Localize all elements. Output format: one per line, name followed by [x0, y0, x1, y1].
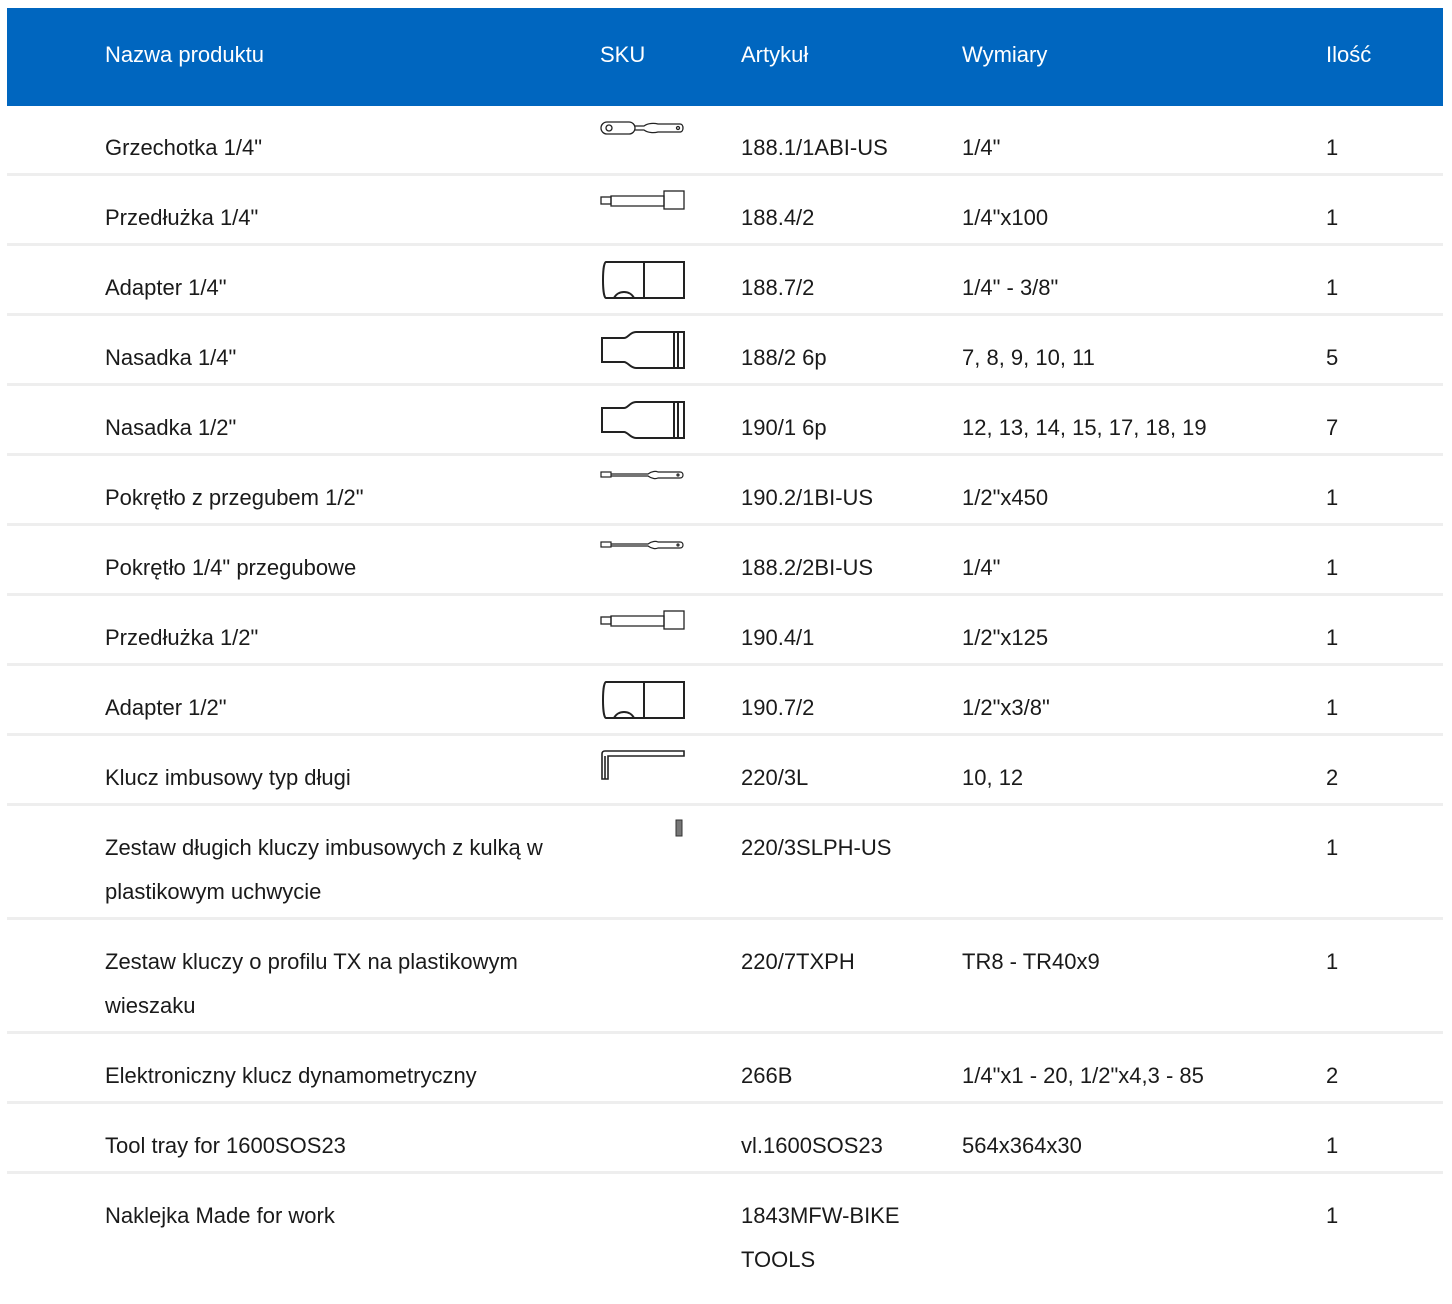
breaker-bar-icon — [600, 468, 686, 482]
product-name: Przedłużka 1/2" — [105, 625, 259, 650]
extension-bar-icon — [600, 188, 686, 212]
socket-icon — [600, 398, 686, 444]
product-name: Adapter 1/2" — [105, 695, 227, 720]
breaker-bar-icon — [600, 538, 686, 552]
article: 188.7/2 — [741, 275, 815, 300]
dimensions: 1/4" — [962, 555, 1001, 580]
article: 188.4/2 — [741, 205, 815, 230]
product-name: Klucz imbusowy typ długi — [105, 765, 351, 790]
table-row: Przedłużka 1/4" 188.4/2 1/4"x100 1 — [7, 176, 1443, 246]
table-row: Pokrętło 1/4" przegubowe 188.2/2BI-US 1/… — [7, 526, 1443, 596]
article: 1843MFW-BIKE TOOLS — [741, 1203, 900, 1272]
dimensions: 10, 12 — [962, 765, 1024, 790]
quantity: 1 — [1326, 949, 1339, 974]
article: 190/1 6p — [741, 415, 827, 440]
ratchet-icon — [600, 118, 686, 138]
article: 266B — [741, 1063, 793, 1088]
product-name: Zestaw kluczy o profilu TX na plastikowy… — [105, 949, 518, 1018]
dimensions: 1/2"x450 — [962, 485, 1049, 510]
dimensions: 1/2"x3/8" — [962, 695, 1050, 720]
quantity: 1 — [1326, 485, 1339, 510]
dimensions: 1/4"x100 — [962, 205, 1049, 230]
dimensions: 1/4" — [962, 135, 1001, 160]
quantity: 1 — [1326, 1203, 1339, 1228]
table-row: Elektroniczny klucz dynamometryczny 266B… — [7, 1034, 1443, 1104]
article: 190.2/1BI-US — [741, 485, 874, 510]
hex-key-icon — [600, 748, 686, 782]
product-name: Elektroniczny klucz dynamometryczny — [105, 1063, 477, 1088]
product-name: Tool tray for 1600SOS23 — [105, 1133, 346, 1158]
product-name: Pokrętło 1/4" przegubowe — [105, 555, 357, 580]
quantity: 2 — [1326, 765, 1339, 790]
quantity: 1 — [1326, 275, 1339, 300]
table-header: Nazwa produktu SKU Artykuł Wymiary Ilość — [7, 8, 1443, 106]
table-row: Zestaw długich kluczy imbusowych z kulką… — [7, 806, 1443, 920]
article: 188.1/1ABI-US — [741, 135, 888, 160]
article: 220/7TXPH — [741, 949, 855, 974]
product-table: Nazwa produktu SKU Artykuł Wymiary Ilość… — [7, 8, 1443, 1304]
quantity: 1 — [1326, 205, 1339, 230]
product-name: Zestaw długich kluczy imbusowych z kulką… — [105, 835, 543, 904]
product-name: Nasadka 1/2" — [105, 415, 237, 440]
product-name: Nasadka 1/4" — [105, 345, 237, 370]
product-name: Przedłużka 1/4" — [105, 205, 259, 230]
quantity: 7 — [1326, 415, 1339, 440]
table-row: Tool tray for 1600SOS23 vl.1600SOS23 564… — [7, 1104, 1443, 1174]
dimensions: 12, 13, 14, 15, 17, 18, 19 — [962, 415, 1207, 440]
article: 220/3SLPH-US — [741, 835, 892, 860]
table-row: Klucz imbusowy typ długi 220/3L 10, 12 2 — [7, 736, 1443, 806]
product-name: Pokrętło z przegubem 1/2" — [105, 485, 364, 510]
dimensions: 7, 8, 9, 10, 11 — [962, 345, 1095, 370]
header-quantity: Ilość — [1326, 42, 1372, 67]
table-row: Adapter 1/4" 188.7/2 1/4" - 3/8" 1 — [7, 246, 1443, 316]
quantity: 1 — [1326, 835, 1339, 860]
dimensions: TR8 - TR40x9 — [962, 949, 1100, 974]
adapter-icon — [600, 258, 686, 304]
article: vl.1600SOS23 — [741, 1133, 883, 1158]
table-row: Grzechotka 1/4" 188.1/1ABI-US 1/4" 1 — [7, 106, 1443, 176]
table-row: Zestaw kluczy o profilu TX na plastikowy… — [7, 920, 1443, 1034]
quantity: 1 — [1326, 625, 1339, 650]
socket-icon — [600, 328, 686, 374]
article: 190.4/1 — [741, 625, 815, 650]
quantity: 1 — [1326, 695, 1339, 720]
table-row: Nasadka 1/2" 190/1 6p 12, 13, 14, 15, 17… — [7, 386, 1443, 456]
quantity: 1 — [1326, 555, 1339, 580]
dimensions: 1/2"x125 — [962, 625, 1049, 650]
header-dimensions: Wymiary — [962, 42, 1048, 67]
adapter-icon — [600, 678, 686, 724]
table-row: Pokrętło z przegubem 1/2" 190.2/1BI-US 1… — [7, 456, 1443, 526]
header-article: Artykuł — [741, 42, 809, 67]
extension-bar-icon — [600, 608, 686, 632]
header-name: Nazwa produktu — [105, 42, 264, 67]
article: 220/3L — [741, 765, 809, 790]
table-row: Nasadka 1/4" 188/2 6p 7, 8, 9, 10, 11 5 — [7, 316, 1443, 386]
quantity: 1 — [1326, 135, 1339, 160]
product-name: Naklejka Made for work — [105, 1203, 335, 1228]
hex-key-set-icon — [600, 818, 686, 838]
dimensions: 1/4"x1 - 20, 1/2"x4,3 - 85 — [962, 1063, 1204, 1088]
table-row: Przedłużka 1/2" 190.4/1 1/2"x125 1 — [7, 596, 1443, 666]
dimensions: 564x364x30 — [962, 1133, 1082, 1158]
quantity: 5 — [1326, 345, 1339, 370]
quantity: 1 — [1326, 1133, 1339, 1158]
quantity: 2 — [1326, 1063, 1339, 1088]
dimensions: 1/4" - 3/8" — [962, 275, 1059, 300]
product-name: Adapter 1/4" — [105, 275, 227, 300]
table-row: Adapter 1/2" 190.7/2 1/2"x3/8" 1 — [7, 666, 1443, 736]
article: 188/2 6p — [741, 345, 827, 370]
article: 190.7/2 — [741, 695, 815, 720]
article: 188.2/2BI-US — [741, 555, 874, 580]
product-name: Grzechotka 1/4" — [105, 135, 262, 160]
header-sku: SKU — [600, 42, 646, 67]
